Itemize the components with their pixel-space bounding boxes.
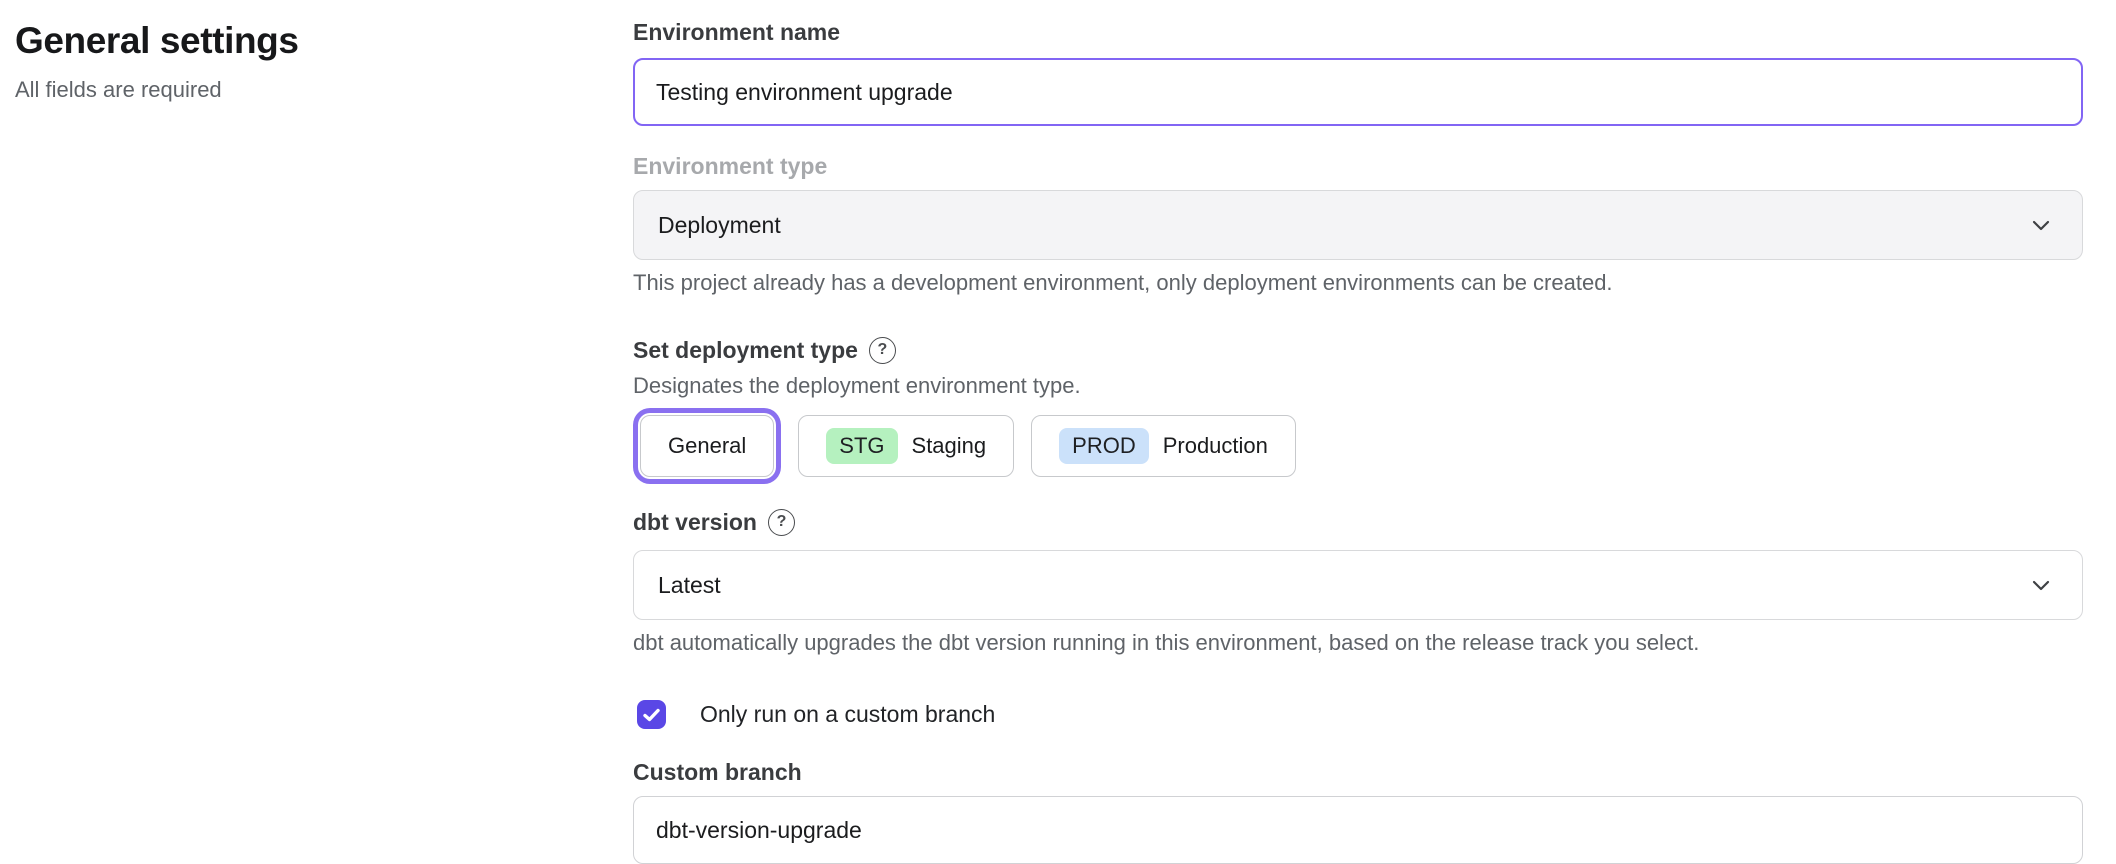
page-title: General settings — [15, 20, 633, 62]
production-badge: PROD — [1059, 428, 1149, 464]
help-icon[interactable]: ? — [869, 337, 896, 364]
custom-branch-checkbox[interactable] — [637, 700, 666, 729]
dbt-version-value: Latest — [658, 572, 721, 599]
custom-branch-checkbox-row: Only run on a custom branch — [633, 700, 2083, 729]
deployment-type-general-label: General — [668, 433, 746, 459]
chevron-down-icon — [2028, 212, 2054, 238]
page-subtitle: All fields are required — [15, 77, 633, 103]
deployment-type-production-label: Production — [1163, 433, 1268, 459]
environment-type-help-text: This project already has a development e… — [633, 270, 2083, 296]
settings-form: Environment name Environment type Deploy… — [633, 16, 2083, 864]
environment-name-input[interactable] — [633, 58, 2083, 126]
dbt-version-help-text: dbt automatically upgrades the dbt versi… — [633, 630, 2083, 656]
deployment-type-options: General STG Staging PROD Production — [633, 415, 2083, 477]
help-icon[interactable]: ? — [768, 509, 795, 536]
custom-branch-label: Custom branch — [633, 758, 2083, 786]
deployment-type-production-button[interactable]: PROD Production — [1031, 415, 1296, 477]
deployment-type-staging-button[interactable]: STG Staging — [798, 415, 1014, 477]
settings-header: General settings All fields are required — [15, 16, 633, 864]
environment-type-select: Deployment — [633, 190, 2083, 260]
dbt-version-label: dbt version — [633, 508, 757, 536]
custom-branch-checkbox-label: Only run on a custom branch — [700, 701, 995, 728]
general-settings-page: General settings All fields are required… — [0, 0, 2116, 864]
custom-branch-input[interactable] — [633, 796, 2083, 864]
deployment-type-staging-label: Staging — [912, 433, 987, 459]
chevron-down-icon — [2028, 572, 2054, 598]
environment-type-label: Environment type — [633, 152, 2083, 180]
environment-name-label: Environment name — [633, 18, 2083, 46]
deployment-type-general-button[interactable]: General — [640, 415, 774, 477]
checkmark-icon — [643, 708, 660, 722]
staging-badge: STG — [826, 428, 897, 464]
deployment-type-description: Designates the deployment environment ty… — [633, 373, 2083, 399]
dbt-version-select[interactable]: Latest — [633, 550, 2083, 620]
environment-type-value: Deployment — [658, 212, 781, 239]
deployment-type-label: Set deployment type — [633, 336, 858, 364]
